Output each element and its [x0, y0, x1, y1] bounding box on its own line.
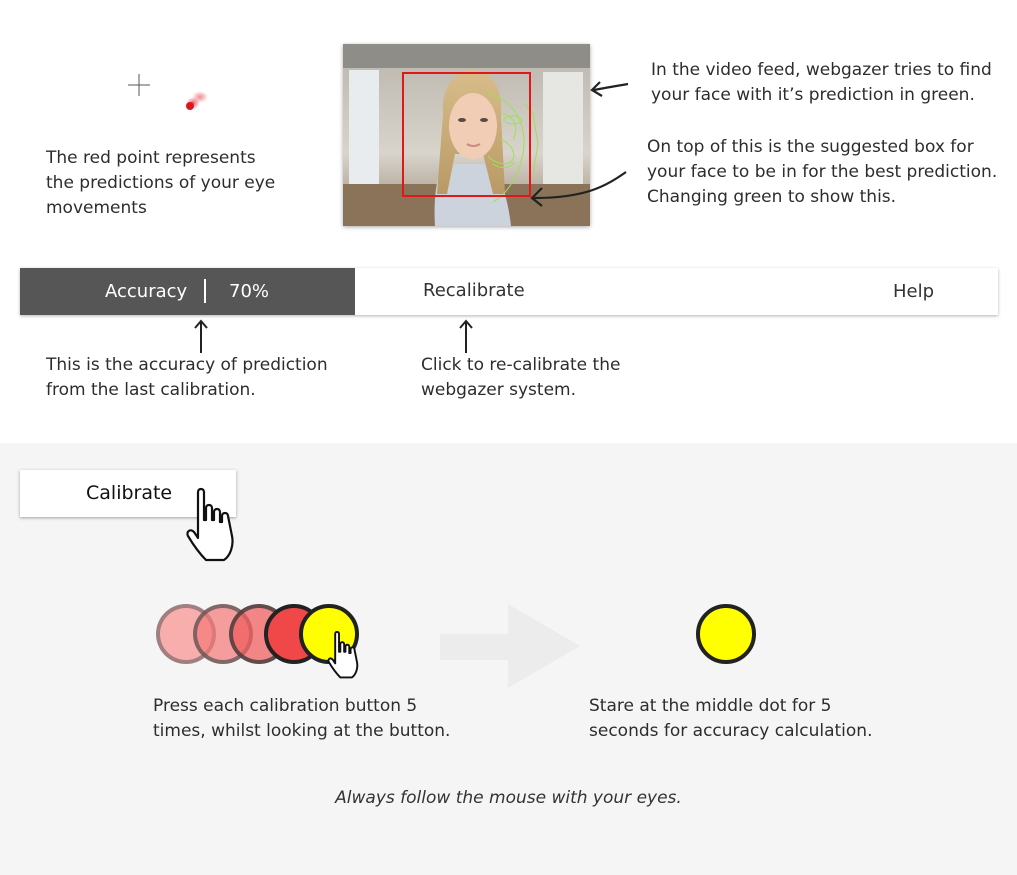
crosshair-icon: [128, 74, 150, 96]
toolbar: Accuracy 70% Recalibrate Help: [20, 268, 998, 315]
accuracy-display: Accuracy 70%: [20, 268, 355, 315]
stare-caption: Stare at the middle dot for 5 seconds fo…: [589, 696, 873, 741]
accuracy-dot[interactable]: [696, 604, 756, 664]
follow-mouse-tip: Always follow the mouse with your eyes.: [335, 788, 682, 808]
arrow-up-icon: [459, 319, 473, 353]
calibrate-button-label: Calibrate: [86, 482, 173, 504]
arrow-up-icon: [194, 319, 208, 353]
accuracy-label: Accuracy: [105, 281, 188, 302]
red-point-caption: The red point represents the predictions…: [46, 148, 276, 218]
video-feed-caption: In the video feed, webgazer tries to fin…: [651, 60, 992, 105]
arrow-left-icon: [590, 81, 629, 97]
accuracy-separator: [204, 279, 206, 303]
help-button[interactable]: Help: [893, 281, 934, 302]
curved-arrow-icon: [530, 171, 627, 207]
accuracy-value: 70%: [229, 281, 270, 302]
accuracy-caption: This is the accuracy of prediction from …: [46, 355, 328, 400]
recalibrate-caption: Click to re-calibrate the webgazer syste…: [421, 355, 621, 400]
arrow-right-icon: [440, 604, 580, 688]
recalibrate-button[interactable]: Recalibrate: [423, 280, 525, 301]
face-box-caption: On top of this is the suggested box for …: [647, 137, 998, 207]
prediction-point: [186, 91, 208, 110]
hand-pointer-icon: [186, 487, 234, 562]
press-buttons-caption: Press each calibration button 5 times, w…: [153, 696, 451, 741]
hand-pointer-icon: [327, 630, 359, 679]
